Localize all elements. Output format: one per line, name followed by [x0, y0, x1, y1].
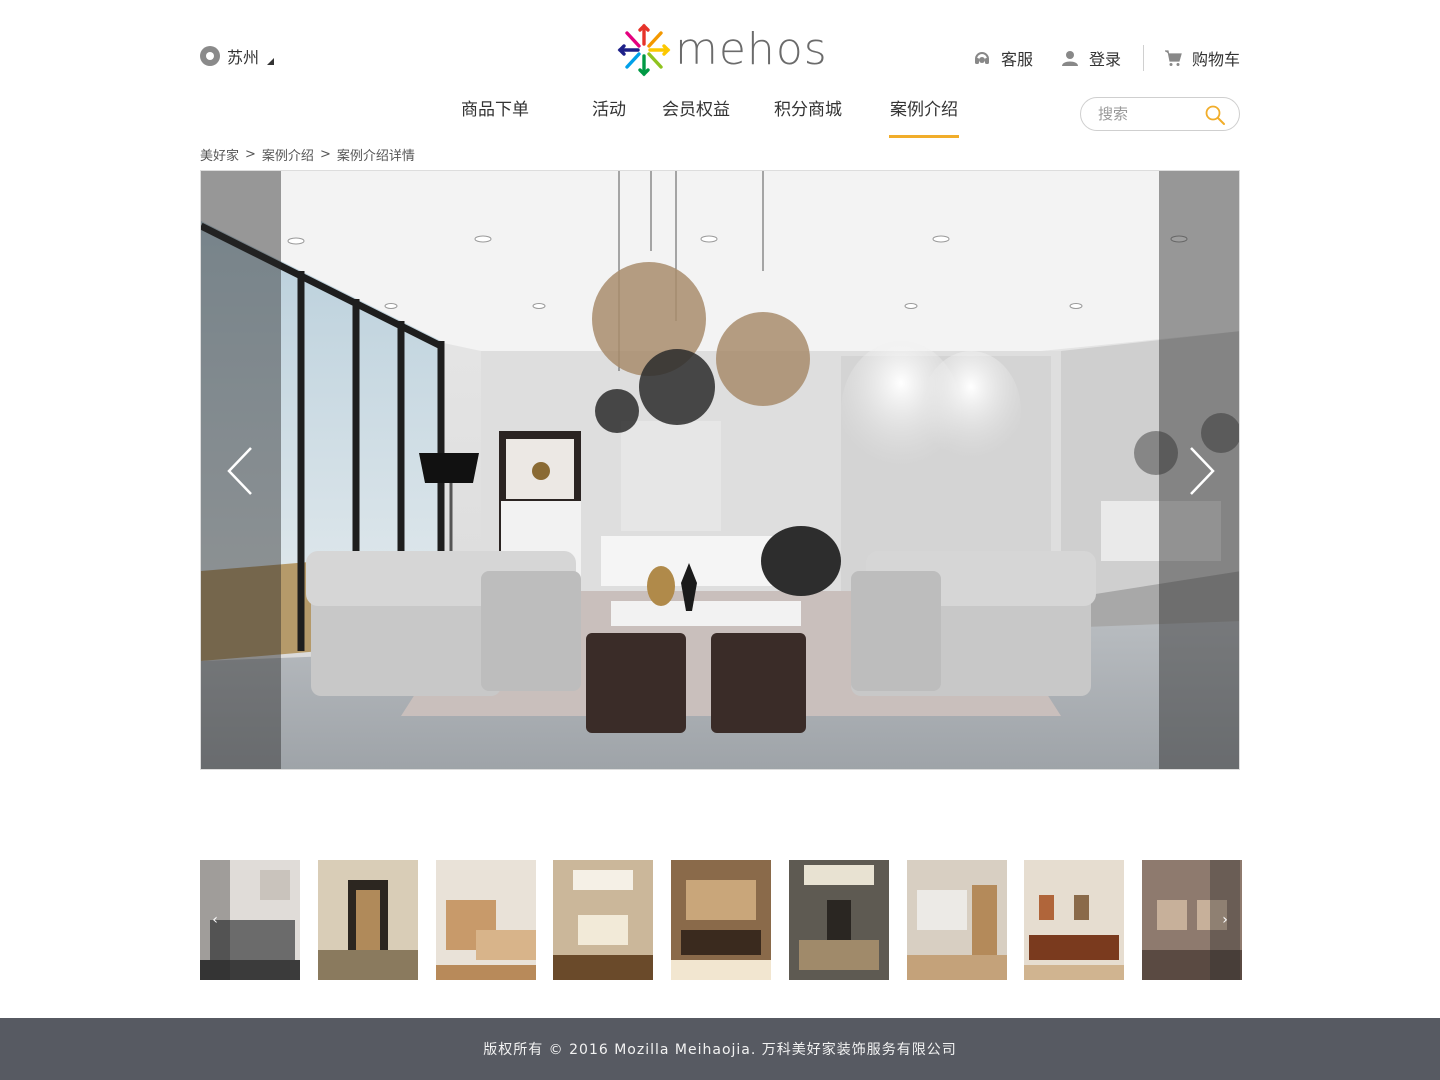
- dropdown-triangle-icon: [267, 57, 275, 65]
- gallery-next-button[interactable]: [1159, 171, 1239, 769]
- logo-wordmark: mehos: [675, 24, 828, 75]
- search-box: [1080, 97, 1240, 131]
- nav-item-points-mall[interactable]: 积分商城: [774, 96, 842, 138]
- nav-item-events[interactable]: 活动: [592, 96, 626, 138]
- thumbnail-3[interactable]: [436, 860, 536, 980]
- breadcrumb-separator: >: [319, 146, 331, 162]
- thumbnail-prev-button[interactable]: ‹: [200, 860, 230, 980]
- top-links: 客服 登录 购物车: [973, 44, 1240, 72]
- hero-gallery: [200, 170, 1240, 770]
- nav-item-membership[interactable]: 会员权益: [662, 96, 730, 138]
- thumbnail-7[interactable]: [907, 860, 1007, 980]
- living-room-photo: [201, 171, 1239, 769]
- breadcrumb-separator: >: [245, 146, 256, 162]
- customer-service-label: 客服: [1000, 50, 1033, 69]
- breadcrumb-current: 案例介绍详情: [336, 148, 415, 164]
- breadcrumb-cases[interactable]: 案例介绍: [262, 145, 314, 164]
- site-footer: 版权所有 © 2016 Mozilla Meihaojia. 万科美好家装饰服务…: [0, 1018, 1440, 1080]
- city-name: 苏州: [227, 48, 260, 67]
- thumbnail-5[interactable]: [671, 860, 771, 980]
- search-icon[interactable]: [1204, 104, 1226, 126]
- thumbnail-4[interactable]: [553, 860, 653, 980]
- thumbnail-8[interactable]: [1024, 860, 1124, 980]
- customer-service-link[interactable]: 客服: [973, 46, 1033, 70]
- cart-link[interactable]: 购物车: [1164, 46, 1240, 70]
- logo-star-icon: [617, 23, 671, 77]
- login-label: 登录: [1088, 50, 1121, 69]
- location-pin-icon: [200, 46, 220, 66]
- thumbnail-2[interactable]: [318, 860, 418, 980]
- cart-icon: [1164, 50, 1182, 66]
- cart-label: 购物车: [1191, 50, 1240, 69]
- nav-item-cases[interactable]: 案例介绍: [889, 96, 959, 138]
- city-selector[interactable]: 苏州: [200, 44, 275, 68]
- breadcrumb: 美好家 > 案例介绍 > 案例介绍详情: [200, 145, 415, 164]
- copyright-text: 版权所有 © 2016 Mozilla Meihaojia. 万科美好家装饰服务…: [483, 1042, 957, 1058]
- search-input[interactable]: [1098, 105, 1198, 123]
- login-link[interactable]: 登录: [1061, 46, 1121, 70]
- thumbnail-strip: ‹ ›: [200, 860, 1242, 980]
- nav-item-order[interactable]: 商品下单: [461, 96, 529, 138]
- brand-logo[interactable]: mehos: [617, 22, 828, 78]
- user-icon: [1061, 51, 1078, 66]
- breadcrumb-home[interactable]: 美好家: [200, 145, 239, 164]
- chevron-left-icon: [227, 447, 252, 495]
- chevron-right-icon: [1190, 447, 1215, 495]
- divider: [1142, 45, 1144, 71]
- thumbnail-6[interactable]: [789, 860, 889, 980]
- headset-icon: [974, 52, 989, 64]
- thumbnail-next-button[interactable]: ›: [1210, 860, 1240, 980]
- gallery-prev-button[interactable]: [201, 171, 281, 769]
